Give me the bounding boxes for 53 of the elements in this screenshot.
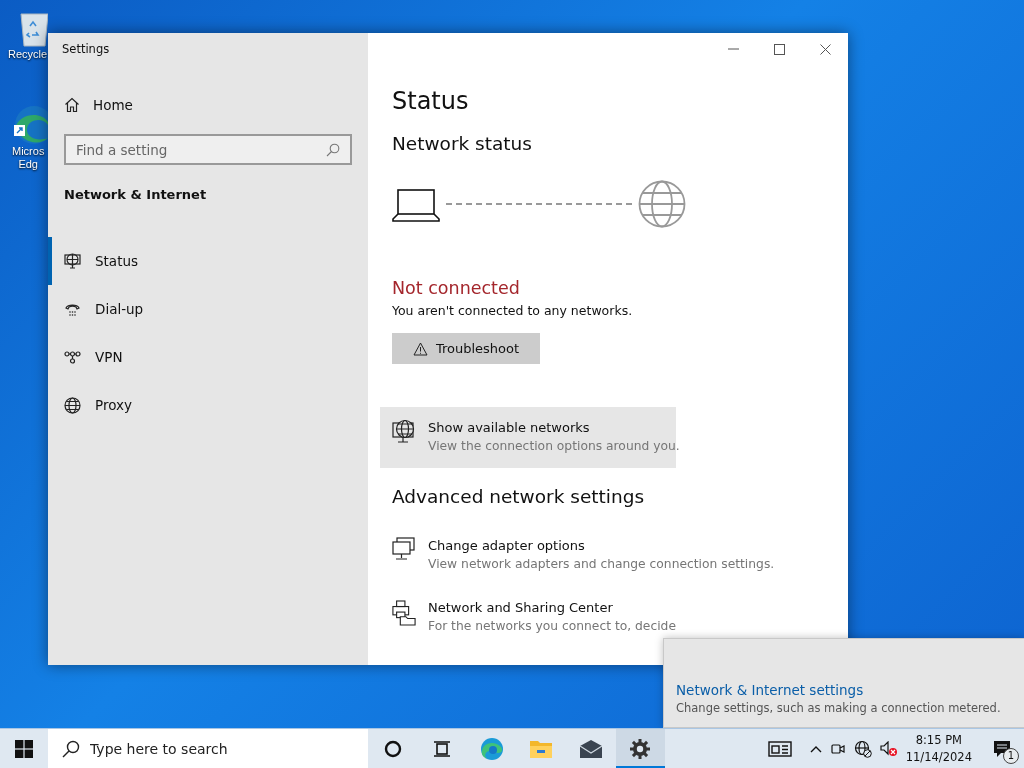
globe-icon xyxy=(638,180,686,228)
troubleshoot-button[interactable]: Troubleshoot xyxy=(392,333,540,364)
search-field[interactable]: Find a setting xyxy=(64,134,352,165)
clock[interactable]: 8:15 PM 11/14/2024 xyxy=(901,731,980,766)
nav-item[interactable]: Proxy xyxy=(48,381,368,429)
popup-description: Change settings, such as making a connection metered. xyxy=(676,701,1002,715)
section-heading: Advanced network settings xyxy=(392,485,646,509)
cortana-circle-icon xyxy=(382,738,403,759)
search-input[interactable]: Type here to search xyxy=(90,740,340,757)
monitors-icon xyxy=(392,537,416,563)
globe-monitor-icon xyxy=(64,252,81,270)
browser-swirl-icon xyxy=(479,736,504,761)
status-message: You aren't connected to any networks. xyxy=(392,303,634,318)
gear-icon xyxy=(629,737,652,760)
nav-item[interactable]: Dial-up xyxy=(48,285,368,333)
warning-icon xyxy=(412,341,428,356)
globe-icon xyxy=(64,396,81,414)
page-title: Status xyxy=(392,86,470,117)
task-view-icon xyxy=(432,738,453,759)
search-icon xyxy=(326,142,340,157)
caret-up-icon xyxy=(809,744,822,753)
laptop-icon xyxy=(392,186,440,222)
settings-link[interactable]: Network & Internet settings xyxy=(676,681,864,699)
taskbar-search-field[interactable]: Type here to search xyxy=(48,729,368,768)
section-heading: Network status xyxy=(392,132,533,156)
icon-label: Recycle xyxy=(8,48,48,61)
envelope-icon xyxy=(578,738,603,759)
icon-label: Edg xyxy=(18,158,38,171)
section-heading: Network & Internet xyxy=(63,186,208,202)
connection-status: Not connected xyxy=(392,277,521,300)
printer-folder-icon xyxy=(392,599,416,627)
notification-count: 1 xyxy=(1003,748,1019,764)
home-link[interactable]: Home xyxy=(48,87,368,123)
icon-label: Micros xyxy=(12,145,45,158)
windows-logo-icon xyxy=(14,738,34,759)
search-input[interactable]: Find a setting xyxy=(76,141,306,158)
taskbar-app-button[interactable] xyxy=(615,729,665,768)
setting-description: For the networks you connect to, decide xyxy=(428,618,676,635)
maximize-icon xyxy=(773,43,785,55)
speaker-muted-icon xyxy=(879,740,898,757)
globe-blocked-icon xyxy=(853,739,872,758)
home-icon xyxy=(64,97,80,113)
search-icon xyxy=(62,739,80,758)
setting-description: View network adapters and change connection settings. xyxy=(428,556,775,573)
news-icon xyxy=(767,740,792,757)
window-title: Settings xyxy=(61,41,111,58)
close-icon xyxy=(819,43,831,55)
network-nodes-icon xyxy=(64,348,81,366)
minimize-icon xyxy=(727,48,739,50)
globe-monitor-icon xyxy=(392,419,416,445)
setting-link[interactable]: Change adapter options xyxy=(428,537,775,555)
nav-item[interactable]: VPN xyxy=(48,333,368,381)
setting-link[interactable]: Network and Sharing Center xyxy=(428,599,676,617)
